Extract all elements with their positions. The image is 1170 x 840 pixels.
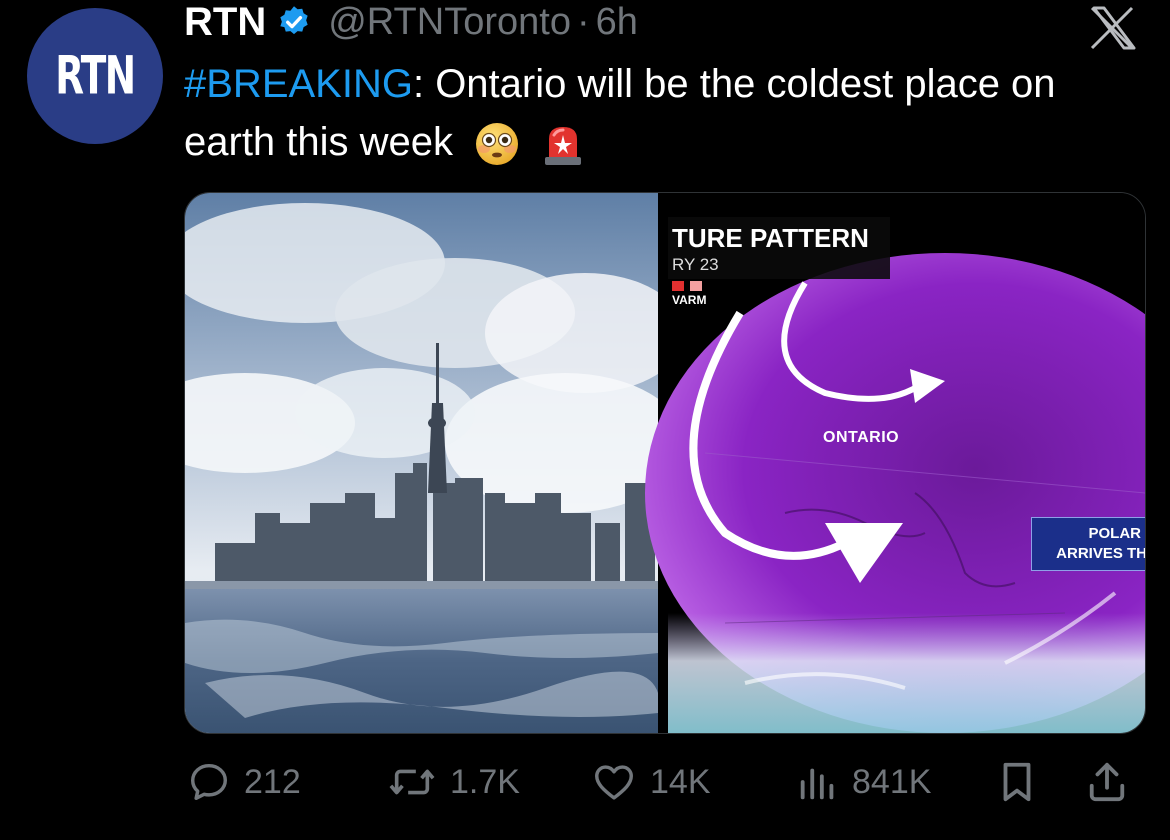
map-title: TURE PATTERN <box>672 223 869 253</box>
timestamp[interactable]: 6h <box>596 1 638 44</box>
polar-callout-line1: POLAR <box>1088 525 1142 542</box>
like-button[interactable]: 14K <box>590 750 711 814</box>
polar-callout-line2: ARRIVES TH <box>1056 545 1146 562</box>
bookmark-icon <box>1003 762 1031 802</box>
tweet-header: RTN @RTNToronto · 6h <box>184 0 638 44</box>
reply-button[interactable]: 212 <box>186 750 301 814</box>
views-chart-icon <box>800 768 834 800</box>
heart-icon <box>595 765 633 800</box>
repost-icon <box>389 769 435 795</box>
legend-swatch-pink <box>690 281 702 291</box>
toronto-skyline-photo <box>185 193 685 733</box>
police-light-icon <box>545 127 582 166</box>
views-count: 841K <box>852 762 932 801</box>
x-logo-icon[interactable] <box>1088 4 1140 52</box>
repost-button[interactable]: 1.7K <box>386 750 520 814</box>
media-images <box>185 193 1145 733</box>
hashtag-link[interactable]: #BREAKING <box>184 62 413 106</box>
map-region-label: ONTARIO <box>823 429 900 446</box>
reply-icon <box>190 763 228 801</box>
legend-label: VARM <box>672 293 707 307</box>
views-button[interactable]: 841K <box>796 750 931 814</box>
separator-dot: · <box>576 0 590 43</box>
like-count: 14K <box>650 762 711 801</box>
action-bar: 212 1.7K 14K 841K <box>0 750 1170 820</box>
map-date: RY 23 <box>672 255 719 274</box>
bookmark-button[interactable] <box>996 750 1038 814</box>
legend-swatch-red <box>672 281 684 291</box>
user-handle[interactable]: @RTNToronto <box>328 1 571 44</box>
avatar[interactable]: RTN <box>27 8 163 144</box>
media-container[interactable]: TURE PATTERN RY 23 VARM ONTARIO POLAR AR… <box>184 192 1146 734</box>
verified-badge-icon <box>280 6 308 35</box>
repost-count: 1.7K <box>450 762 520 801</box>
display-name[interactable]: RTN <box>184 0 266 45</box>
share-button[interactable] <box>1086 750 1128 814</box>
share-icon <box>1089 762 1125 802</box>
flushed-face-icon <box>476 123 519 166</box>
reply-count: 212 <box>244 762 301 801</box>
tweet-text: #BREAKING: Ontario will be the coldest p… <box>184 55 1144 171</box>
avatar-text: RTN <box>55 45 136 107</box>
